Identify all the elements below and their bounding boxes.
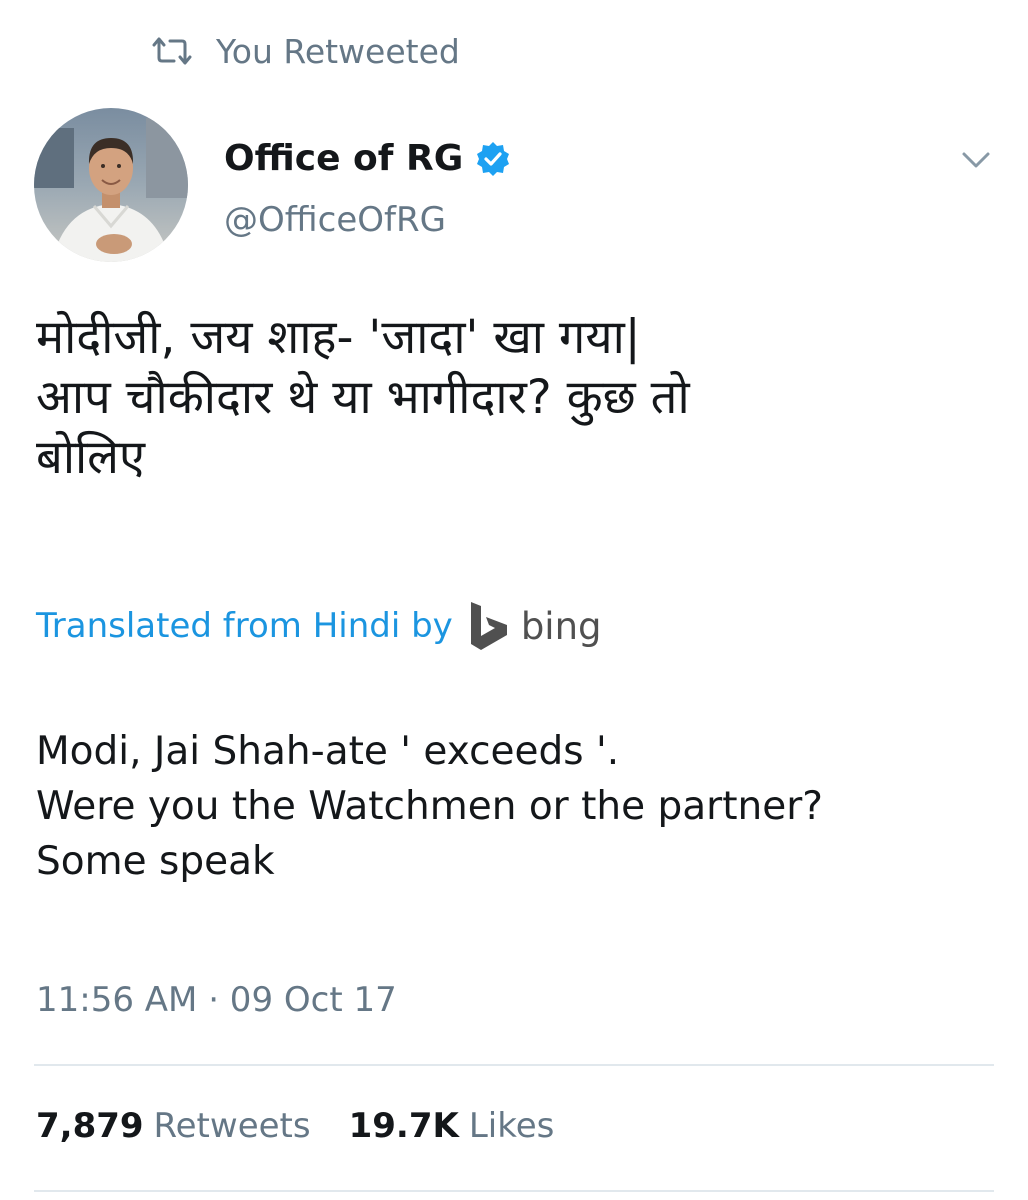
chevron-down-icon[interactable] [958, 142, 994, 178]
bottom-divider [34, 1190, 994, 1192]
translated-from-label: Translated from Hindi by [36, 606, 453, 646]
retweets-label[interactable]: Retweets [154, 1106, 311, 1146]
tweet-timestamp[interactable]: 11:56 AM · 09 Oct 17 [36, 980, 397, 1020]
tweet-stats: 7,879 Retweets 19.7K Likes [36, 1106, 554, 1146]
user-handle[interactable]: @OfficeOfRG [224, 200, 446, 240]
display-name-text: Office of RG [224, 138, 464, 179]
likes-count[interactable]: 19.7K [349, 1106, 459, 1146]
retweet-icon [152, 37, 192, 65]
avatar-photo [34, 108, 188, 262]
likes-label[interactable]: Likes [469, 1106, 555, 1146]
retweet-banner: You Retweeted [150, 28, 460, 74]
translation-provider: bing [520, 604, 602, 648]
tweet-text-translated: Modi, Jai Shah-ate ' exceeds '. Were you… [36, 729, 823, 884]
tweet-header: Office of RG @OfficeOfRG [34, 108, 994, 268]
bing-logo-icon [470, 602, 507, 650]
tweet-text-original: मोदीजी, जय शाह- 'जादा' खा गया| आप चौकीदा… [36, 310, 690, 485]
retweet-banner-label: You Retweeted [216, 31, 460, 71]
display-name[interactable]: Office of RG [224, 138, 511, 179]
verified-badge-icon [477, 141, 510, 176]
retweets-count[interactable]: 7,879 [36, 1106, 144, 1146]
divider [34, 1064, 994, 1066]
translation-attribution[interactable]: Translated from Hindi by bing [36, 598, 602, 654]
avatar[interactable] [34, 108, 188, 262]
